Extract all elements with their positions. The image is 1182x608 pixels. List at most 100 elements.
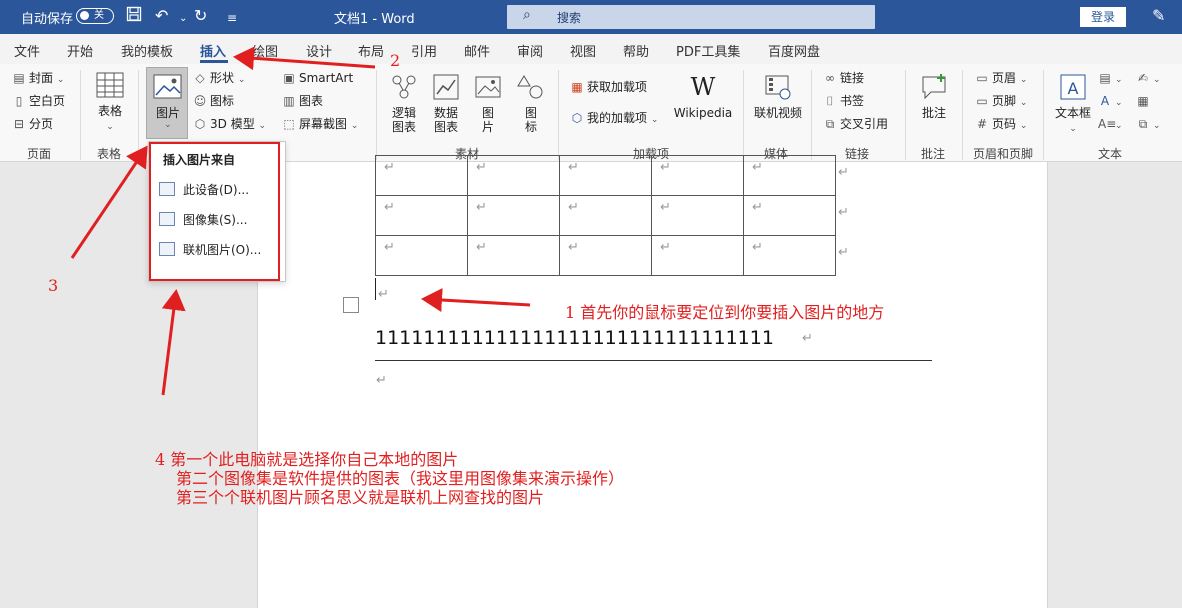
signature-line-button[interactable]: ✍ ⌄	[1136, 70, 1161, 88]
3d-model-button[interactable]: ⬡ 3D 模型 ⌄	[193, 116, 266, 134]
tab-references[interactable]: 引用	[411, 41, 437, 60]
store-icon: ▦	[571, 80, 583, 94]
table-row: ↵ ↵ ↵ ↵ ↵	[375, 235, 836, 276]
icons-button[interactable]: ☺ 图标	[193, 93, 234, 109]
3d-model-label: 3D 模型	[210, 117, 255, 131]
document-table[interactable]: ↵ ↵ ↵ ↵ ↵ ↵ ↵ ↵ ↵ ↵ ↵ ↵ ↵ ↵ ↵	[375, 155, 836, 276]
header-button[interactable]: ▭ 页眉 ⌄	[975, 70, 1027, 88]
wordart-button[interactable]: A ⌄	[1098, 93, 1123, 111]
bookmark-button[interactable]: ⌷ 书签	[823, 93, 864, 109]
footer-label: 页脚	[992, 94, 1017, 108]
table-cell[interactable]: ↵	[467, 155, 560, 196]
online-video-button[interactable]: 联机视频	[752, 72, 804, 120]
cross-reference-button[interactable]: ⧉ 交叉引用	[823, 116, 888, 132]
tab-my-templates[interactable]: 我的模板	[121, 41, 173, 60]
picture-label: 图片	[156, 106, 181, 120]
customize-quick-access-icon[interactable]: ≡	[227, 8, 237, 28]
table-cell[interactable]: ↵	[743, 155, 836, 196]
table-cell[interactable]: ↵	[651, 195, 744, 236]
textbox-button[interactable]: A 文本框 ⌄	[1052, 72, 1094, 136]
table-cell[interactable]: ↵	[743, 235, 836, 276]
divider	[138, 70, 139, 160]
search-box[interactable]: ⌕ 搜索	[507, 5, 875, 29]
tab-home[interactable]: 开始	[67, 41, 93, 60]
search-placeholder: 搜索	[557, 11, 582, 25]
row-end-mark: ↵	[838, 205, 849, 220]
row-end-mark: ↵	[838, 165, 849, 180]
login-button[interactable]: 登录	[1080, 7, 1126, 27]
text-cursor	[375, 278, 376, 300]
date-time-button[interactable]: ▦	[1136, 93, 1153, 109]
smartart-icon: ▣	[283, 71, 295, 85]
blank-page-button[interactable]: ▯ 空白页	[12, 93, 65, 109]
tab-draw[interactable]: 绘图	[252, 41, 278, 60]
screenshot-button[interactable]: ⬚ 屏幕截图 ⌄	[282, 116, 358, 134]
table-button[interactable]: 表格 ⌄	[92, 70, 128, 134]
divider	[376, 70, 377, 160]
paragraph-mark: ↵	[376, 373, 387, 388]
page-break-button[interactable]: ⊟ 分页	[12, 116, 53, 132]
logic-chart-label: 逻辑图表	[391, 106, 416, 134]
material-picture-button[interactable]: 图片	[472, 72, 504, 134]
data-chart-label: 数据图表	[433, 106, 458, 134]
get-addins-button[interactable]: ▦ 获取加载项	[570, 79, 647, 95]
smartart-label: SmartArt	[299, 71, 354, 85]
paragraph-mark: ↵	[802, 331, 813, 346]
wikipedia-icon: W	[690, 73, 716, 101]
tab-mailings[interactable]: 邮件	[464, 41, 490, 60]
table-cell[interactable]: ↵	[375, 195, 468, 236]
page-number-button[interactable]: # 页码 ⌄	[975, 116, 1027, 134]
annotation-2: 2	[390, 51, 401, 70]
tab-pdf-tools[interactable]: PDF工具集	[676, 41, 740, 60]
cover-page-button[interactable]: ▤ 封面 ⌄	[12, 70, 64, 88]
footer-button[interactable]: ▭ 页脚 ⌄	[975, 93, 1027, 111]
picture-button[interactable]: 图片 ⌄	[146, 67, 188, 139]
autosave-toggle[interactable]: 关	[76, 8, 114, 24]
object-button[interactable]: ⧉ ⌄	[1136, 116, 1161, 134]
quick-parts-icon: ▤	[1099, 71, 1111, 85]
blank-page-label: 空白页	[29, 94, 66, 108]
material-icon-button[interactable]: 图标	[515, 72, 547, 134]
tab-baidu-netdisk[interactable]: 百度网盘	[768, 41, 820, 60]
undo-dropdown-icon[interactable]: ⌄	[179, 9, 187, 29]
tab-view[interactable]: 视图	[570, 41, 596, 60]
table-cell[interactable]: ↵	[467, 235, 560, 276]
chevron-down-icon: ⌄	[164, 120, 172, 130]
tab-review[interactable]: 审阅	[517, 41, 543, 60]
table-cell[interactable]: ↵	[467, 195, 560, 236]
undo-icon[interactable]: ↶	[155, 6, 168, 26]
link-button[interactable]: ∞ 链接	[823, 70, 864, 86]
save-icon[interactable]	[126, 6, 142, 27]
table-icon	[96, 72, 124, 98]
quick-parts-button[interactable]: ▤ ⌄	[1098, 70, 1122, 88]
redo-icon[interactable]: ↻	[194, 6, 207, 26]
wikipedia-button[interactable]: W Wikipedia	[672, 72, 734, 120]
data-chart-button[interactable]: 数据图表	[428, 72, 464, 134]
tab-layout[interactable]: 布局	[358, 41, 384, 60]
shapes-icon	[517, 75, 543, 99]
shape-button[interactable]: ◇ 形状 ⌄	[193, 70, 245, 88]
bookmark-icon: ⌷	[826, 94, 834, 108]
drop-cap-button[interactable]: A≡⌄	[1098, 116, 1123, 134]
table-cell[interactable]: ↵	[559, 195, 652, 236]
table-cell[interactable]: ↵	[559, 235, 652, 276]
my-addins-button[interactable]: ⬡ 我的加载项 ⌄	[570, 110, 659, 128]
tab-file[interactable]: 文件	[14, 41, 40, 60]
table-cell[interactable]: ↵	[375, 235, 468, 276]
tab-help[interactable]: 帮助	[623, 41, 649, 60]
table-cell[interactable]: ↵	[651, 235, 744, 276]
chart-button[interactable]: ▥ 图表	[282, 93, 323, 109]
logic-chart-button[interactable]: 逻辑图表	[386, 72, 422, 134]
blank-page-icon: ▯	[15, 94, 23, 108]
table-cell[interactable]: ↵	[375, 155, 468, 196]
paste-options-icon[interactable]	[343, 297, 359, 313]
pen-icon[interactable]: ✎	[1152, 6, 1165, 25]
tab-insert[interactable]: 插入	[200, 41, 226, 60]
comment-button[interactable]: 批注	[914, 72, 954, 120]
tab-design[interactable]: 设计	[306, 41, 332, 60]
table-cell[interactable]: ↵	[559, 155, 652, 196]
table-cell[interactable]: ↵	[651, 155, 744, 196]
divider	[80, 70, 81, 160]
smartart-button[interactable]: ▣ SmartArt	[282, 70, 353, 86]
table-cell[interactable]: ↵	[743, 195, 836, 236]
